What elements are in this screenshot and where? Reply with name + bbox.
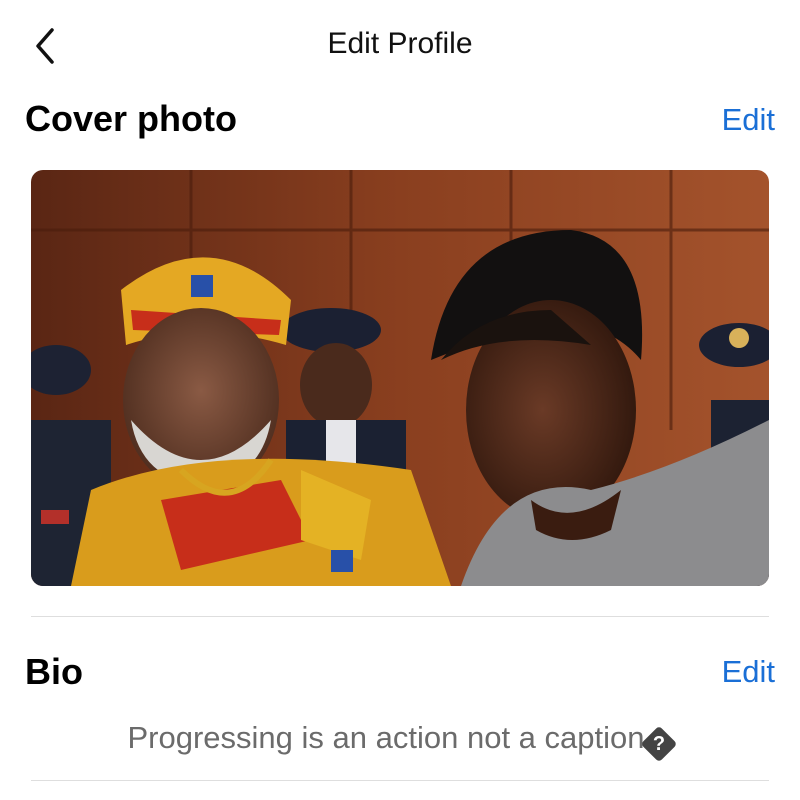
bio-text: Progressing is an action not a caption? (0, 720, 800, 763)
bio-heading: Bio (25, 651, 83, 692)
cover-photo-image (31, 170, 769, 586)
page-title: Edit Profile (327, 27, 473, 60)
cover-photo-heading: Cover photo (25, 98, 237, 139)
unknown-character-icon: ? (641, 725, 678, 763)
unknown-character-mark: ? (653, 733, 666, 755)
section-divider (31, 616, 769, 617)
edit-cover-photo-button[interactable]: Edit (722, 102, 775, 138)
top-bar: Edit Profile (0, 0, 800, 90)
section-divider (31, 780, 769, 781)
cover-photo[interactable] (31, 170, 769, 586)
edit-bio-button[interactable]: Edit (722, 654, 775, 690)
bio-text-content: Progressing is an action not a caption (127, 720, 645, 755)
